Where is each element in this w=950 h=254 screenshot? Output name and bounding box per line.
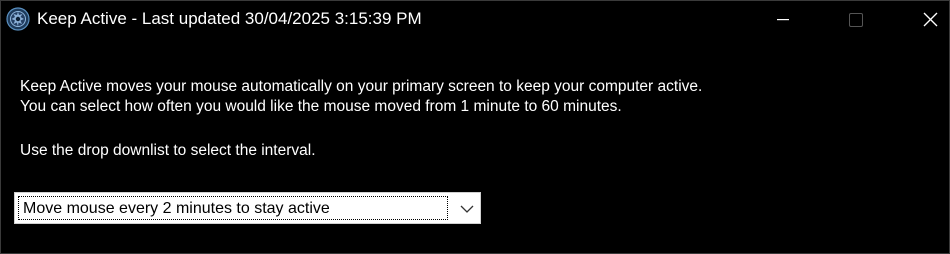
window-title: Keep Active - Last updated 30/04/2025 3:… bbox=[37, 9, 422, 28]
close-button[interactable] bbox=[907, 1, 950, 38]
keep-active-app-icon bbox=[6, 7, 30, 31]
keep-active-window: Keep Active - Last updated 30/04/2025 3:… bbox=[0, 0, 950, 254]
focus-rectangle: Move mouse every 2 minutes to stay activ… bbox=[18, 196, 448, 220]
chevron-down-icon[interactable] bbox=[459, 202, 475, 214]
description-line-1: Keep Active moves your mouse automatical… bbox=[20, 78, 703, 95]
interval-dropdown[interactable]: Move mouse every 2 minutes to stay activ… bbox=[14, 192, 481, 224]
maximize-icon bbox=[849, 12, 863, 27]
title-bar[interactable]: Keep Active - Last updated 30/04/2025 3:… bbox=[1, 1, 949, 38]
close-icon bbox=[923, 12, 938, 27]
instruction-text: Use the drop downlist to select the inte… bbox=[20, 142, 316, 159]
maximize-button bbox=[833, 1, 879, 38]
window-content: Keep Active moves your mouse automatical… bbox=[1, 38, 949, 253]
minimize-button[interactable] bbox=[760, 1, 806, 38]
description-line-2: You can select how often you would like … bbox=[20, 98, 622, 115]
interval-selected-value: Move mouse every 2 minutes to stay activ… bbox=[23, 200, 330, 217]
minimize-icon bbox=[777, 18, 789, 21]
